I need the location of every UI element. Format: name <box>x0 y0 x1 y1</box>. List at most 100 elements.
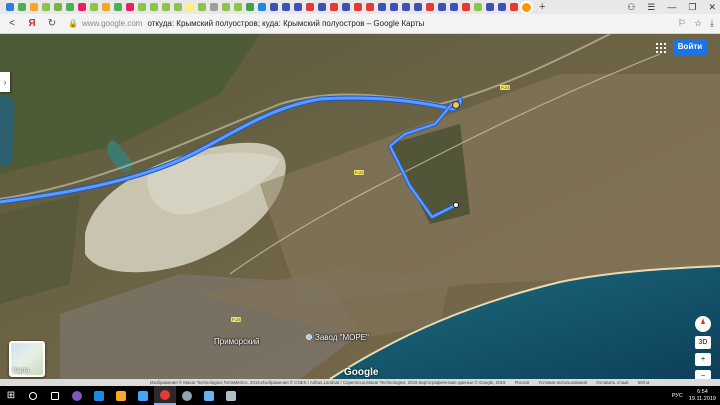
browser-tab[interactable] <box>246 3 254 11</box>
profile-icon[interactable]: ⚇ <box>627 2 635 13</box>
browser-tab[interactable] <box>18 3 26 11</box>
clock-time: 6:54 <box>697 388 708 395</box>
tor-browser-icon[interactable] <box>66 386 88 405</box>
zoom-in-button[interactable]: + <box>695 353 711 366</box>
browser-tab[interactable] <box>366 3 374 11</box>
side-panel-toggle[interactable]: › <box>0 72 10 92</box>
browser-tab[interactable] <box>258 3 266 11</box>
browser-tab[interactable] <box>510 3 518 11</box>
browser-tab[interactable] <box>186 3 194 11</box>
edge-icon[interactable] <box>88 386 110 405</box>
compass-icon[interactable] <box>695 316 711 332</box>
browser-tab[interactable] <box>378 3 386 11</box>
browser-tab[interactable] <box>426 3 434 11</box>
address-bar: < Я ↻ 🔒 www.google.com откуда: Крымский … <box>0 14 720 34</box>
new-tab-button[interactable]: + <box>539 0 545 14</box>
steam-icon[interactable] <box>176 386 198 405</box>
browser-tab[interactable] <box>342 3 350 11</box>
browser-tab[interactable] <box>198 3 206 11</box>
route-start-marker[interactable] <box>452 101 460 109</box>
browser-tab[interactable] <box>54 3 62 11</box>
browser-tab[interactable] <box>210 3 218 11</box>
maximize-button[interactable]: ❐ <box>688 2 696 13</box>
region-link[interactable]: Россия <box>515 380 529 385</box>
browser-tab[interactable] <box>90 3 98 11</box>
explorer-icon[interactable] <box>110 386 132 405</box>
page-title: откуда: Крымский полуостров; куда: Крымс… <box>147 19 425 28</box>
feedback-link[interactable]: Оставить отзыв <box>596 380 628 385</box>
taskbar: ⊞ РУС 6:54 19.11.2019 <box>0 386 720 405</box>
browser-tab[interactable] <box>330 3 338 11</box>
search-icon[interactable] <box>22 386 44 405</box>
browser-tab[interactable] <box>498 3 506 11</box>
yandex-browser-icon[interactable] <box>154 386 176 405</box>
browser-tab[interactable] <box>138 3 146 11</box>
browser-tab[interactable] <box>522 2 531 12</box>
browser-tab[interactable] <box>6 3 14 11</box>
browser-tab[interactable] <box>318 3 326 11</box>
address-actions: ⚐ ☆ ⤓ <box>678 18 714 29</box>
browser-tab[interactable] <box>450 3 458 11</box>
translate-icon[interactable]: ⚐ <box>678 18 686 29</box>
browser-tab[interactable] <box>162 3 170 11</box>
browser-tab[interactable] <box>354 3 362 11</box>
browser-tab[interactable] <box>474 3 482 11</box>
system-tray: РУС 6:54 19.11.2019 <box>672 386 716 405</box>
town-label[interactable]: Приморский <box>214 337 260 346</box>
app-icon-glyph <box>226 390 236 401</box>
download-icon[interactable]: ⤓ <box>710 18 714 29</box>
start-button[interactable]: ⊞ <box>0 386 22 405</box>
browser-tab[interactable] <box>78 3 86 11</box>
browser-tab[interactable] <box>66 3 74 11</box>
store-icon[interactable] <box>132 386 154 405</box>
yandex-icon[interactable]: Я <box>24 18 40 29</box>
clock[interactable]: 6:54 19.11.2019 <box>689 389 716 403</box>
browser-tab[interactable] <box>102 3 110 11</box>
language-indicator[interactable]: РУС <box>672 393 683 399</box>
browser-tab[interactable] <box>294 3 302 11</box>
scale-bar[interactable]: 500 м <box>638 380 650 385</box>
browser-tab[interactable] <box>282 3 290 11</box>
signin-button[interactable]: Войти <box>673 39 707 55</box>
browser-tab[interactable] <box>174 3 182 11</box>
browser-tab[interactable] <box>462 3 470 11</box>
browser-tab[interactable] <box>42 3 50 11</box>
bookmark-icon[interactable]: ☆ <box>694 18 702 29</box>
browser-tab[interactable] <box>222 3 230 11</box>
task-view-icon[interactable] <box>44 386 66 405</box>
search-icon-glyph <box>29 391 37 400</box>
close-button[interactable]: ✕ <box>708 2 716 13</box>
url-field[interactable]: 🔒 www.google.com откуда: Крымский полуос… <box>68 19 628 28</box>
browser-tab[interactable] <box>306 3 314 11</box>
map-canvas[interactable]: › Войти Р-23 Р-23 Р-23 Приморский Завод … <box>0 34 720 379</box>
browser-tab[interactable] <box>414 3 422 11</box>
window-controls: ⚇ ☰ — ❐ ✕ <box>627 0 716 14</box>
browser-tab[interactable] <box>234 3 242 11</box>
browser-tab[interactable] <box>126 3 134 11</box>
app-icon[interactable] <box>220 386 242 405</box>
browser-tab[interactable] <box>438 3 446 11</box>
browser-tab[interactable] <box>402 3 410 11</box>
minimize-button[interactable]: — <box>667 2 676 12</box>
browser-tab[interactable] <box>30 3 38 11</box>
zoom-out-button[interactable]: − <box>695 370 711 379</box>
route-end-marker[interactable] <box>453 202 459 208</box>
mail-icon[interactable] <box>198 386 220 405</box>
browser-tab[interactable] <box>270 3 278 11</box>
road-badge: Р-23 <box>354 170 365 175</box>
mail-icon-glyph <box>204 390 214 401</box>
reload-button[interactable]: ↻ <box>44 18 60 29</box>
apps-grid-icon[interactable] <box>656 43 666 53</box>
factory-label[interactable]: Завод "МОРЕ" <box>315 333 369 342</box>
yandex-browser-icon-glyph <box>160 389 170 400</box>
terms-link[interactable]: Условия использования <box>538 380 587 385</box>
map-controls: 3D + − <box>694 316 712 379</box>
browser-tab[interactable] <box>390 3 398 11</box>
browser-tab[interactable] <box>486 3 494 11</box>
browser-tab[interactable] <box>150 3 158 11</box>
layer-switcher[interactable]: Карта <box>9 341 45 377</box>
back-button[interactable]: < <box>4 18 20 29</box>
menu-icon[interactable]: ☰ <box>647 2 655 13</box>
3d-toggle-button[interactable]: 3D <box>695 336 711 349</box>
browser-tab[interactable] <box>114 3 122 11</box>
